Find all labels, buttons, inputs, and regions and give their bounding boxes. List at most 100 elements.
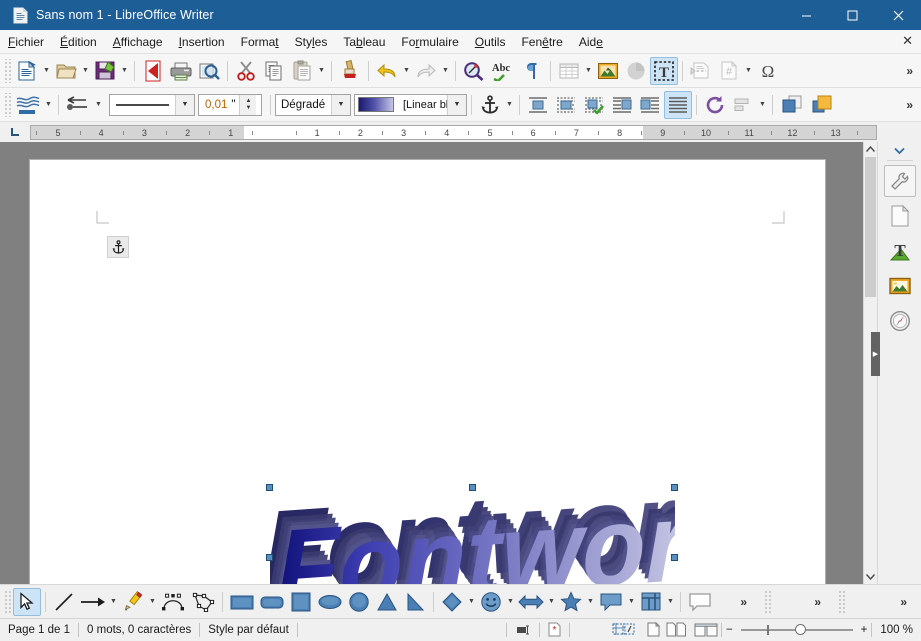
line-style-combo[interactable]: ▼	[109, 93, 195, 116]
ruler-right-margin[interactable]	[643, 125, 876, 139]
menu-tableau[interactable]: Tableau	[335, 32, 393, 52]
sidebar-styles-icon[interactable]: T	[884, 235, 916, 267]
wrap-parallel-icon[interactable]	[552, 91, 580, 119]
basic-shapes-icon[interactable]	[438, 588, 466, 616]
redo-icon[interactable]	[412, 57, 440, 85]
scroll-up-button[interactable]	[864, 142, 877, 157]
tab-stop-selector[interactable]	[0, 122, 30, 142]
line-style-dropdown[interactable]: ▼	[43, 91, 54, 119]
wrap-after-icon[interactable]	[636, 91, 664, 119]
chevron-down-icon[interactable]: ▼	[331, 94, 350, 115]
formatting-marks-icon[interactable]	[518, 57, 546, 85]
close-document-button[interactable]: ✕	[902, 33, 913, 49]
insert-field-dropdown[interactable]: ▼	[743, 57, 754, 85]
page-indicator[interactable]: Page 1 de 1	[0, 619, 78, 641]
stars-icon[interactable]	[557, 588, 585, 616]
scrollbar-thumb[interactable]	[865, 157, 876, 297]
chevron-down-icon[interactable]: ▼	[175, 94, 194, 115]
chevron-down-icon[interactable]: ▼	[447, 94, 466, 115]
fontwork-object[interactable]: Fontwork Fontwork Fontwork Fontwork Font…	[266, 484, 678, 584]
document-area[interactable]: Fontwork Fontwork Fontwork Fontwork Font…	[0, 142, 863, 584]
single-page-view-icon[interactable]	[644, 619, 663, 641]
symbol-shapes-dropdown[interactable]: ▼	[505, 588, 516, 616]
arrow-style-icon[interactable]	[63, 91, 93, 119]
clone-formatting-icon[interactable]	[336, 57, 364, 85]
block-arrows-dropdown[interactable]: ▼	[546, 588, 557, 616]
insert-text-box-icon[interactable]: T	[650, 56, 678, 85]
save-document-icon[interactable]	[91, 57, 119, 85]
print-icon[interactable]	[167, 57, 195, 85]
fill-style-select[interactable]: [Linear blu ▼	[354, 93, 467, 116]
circle-tool-icon[interactable]	[345, 588, 373, 616]
spinner-arrows[interactable]: ▲ ▼	[239, 94, 257, 115]
find-replace-icon[interactable]	[460, 57, 488, 85]
sidebar-settings-icon[interactable]	[884, 144, 916, 158]
sidebar-gallery-icon[interactable]	[884, 270, 916, 302]
wrap-before-icon[interactable]	[608, 91, 636, 119]
freeform-tool-dropdown[interactable]: ▼	[147, 588, 158, 616]
bring-to-front-icon[interactable]	[777, 91, 807, 119]
line-style-icon[interactable]	[13, 91, 43, 119]
wrap-off-icon[interactable]	[524, 91, 552, 119]
callout-shapes-dropdown[interactable]: ▼	[626, 588, 637, 616]
zoom-slider-knob[interactable]	[794, 623, 806, 635]
basic-shapes-dropdown[interactable]: ▼	[466, 588, 477, 616]
selection-handle-n[interactable]	[469, 484, 476, 491]
arrow-style-dropdown[interactable]: ▼	[93, 91, 104, 119]
word-count[interactable]: 0 mots, 0 caractères	[79, 619, 199, 641]
text-box-tool-icon[interactable]	[685, 588, 715, 616]
document-canvas[interactable]: Fontwork Fontwork Fontwork Fontwork Font…	[0, 142, 863, 584]
undo-dropdown[interactable]: ▼	[401, 57, 412, 85]
zoom-slider[interactable]	[737, 619, 857, 641]
toolbar-grip[interactable]	[3, 58, 11, 83]
block-arrows-icon[interactable]	[516, 588, 546, 616]
book-view-icon[interactable]	[691, 619, 721, 641]
save-document-dropdown[interactable]: ▼	[119, 57, 130, 85]
polygon-tool-icon[interactable]	[188, 588, 218, 616]
document-page[interactable]: Fontwork Fontwork Fontwork Fontwork Font…	[30, 160, 825, 584]
zoom-in-button[interactable]: +	[857, 619, 872, 641]
paste-dropdown[interactable]: ▼	[316, 57, 327, 85]
anchor-icon[interactable]	[107, 236, 129, 258]
ruler-left-margin[interactable]	[31, 125, 244, 139]
unsaved-changes-icon[interactable]: *	[540, 619, 569, 641]
freeform-line-tool-icon[interactable]	[119, 588, 147, 616]
new-document-icon[interactable]	[13, 57, 41, 85]
curve-tool-icon[interactable]	[158, 588, 188, 616]
symbol-shapes-icon[interactable]	[477, 588, 505, 616]
toolbar-grip[interactable]	[4, 589, 11, 614]
page-break-icon[interactable]	[687, 57, 715, 85]
fill-type-select[interactable]: Dégradé ▼	[275, 93, 351, 116]
open-document-icon[interactable]	[52, 57, 80, 85]
zoom-out-button[interactable]: −	[722, 619, 737, 641]
language-indicator[interactable]	[298, 619, 506, 641]
square-tool-icon[interactable]	[287, 588, 315, 616]
menu-edition[interactable]: Édition	[52, 32, 105, 52]
menu-formulaire[interactable]: Formulaire	[393, 32, 466, 52]
line-tool-icon[interactable]	[50, 588, 78, 616]
selection-handle-w[interactable]	[266, 554, 273, 561]
open-document-dropdown[interactable]: ▼	[80, 57, 91, 85]
horizontal-ruler[interactable]: 5 4 3 2 1 1 2 3 4 5 6 7 8 9 10 11 12 13	[30, 124, 877, 140]
drawing-toolbar-overflow-1[interactable]: »	[736, 592, 751, 612]
insert-table-dropdown[interactable]: ▼	[583, 57, 594, 85]
stars-dropdown[interactable]: ▼	[585, 588, 596, 616]
selection-handle-e[interactable]	[671, 554, 678, 561]
flowchart-shapes-dropdown[interactable]: ▼	[665, 588, 676, 616]
sidebar-properties-icon[interactable]	[883, 165, 916, 197]
menu-format[interactable]: Format	[233, 32, 287, 52]
menu-insertion[interactable]: Insertion	[171, 32, 233, 52]
copy-icon[interactable]	[260, 57, 288, 85]
toolbar-grip[interactable]	[3, 92, 11, 117]
toolbar-grip[interactable]	[838, 589, 845, 614]
drawing-toolbar-overflow-2[interactable]: »	[810, 592, 825, 612]
sidebar-page-icon[interactable]	[884, 200, 916, 232]
selection-handle-ne[interactable]	[671, 484, 678, 491]
standard-toolbar-overflow[interactable]: »	[902, 61, 917, 81]
send-to-back-icon[interactable]	[807, 91, 837, 119]
insert-mode-icon[interactable]	[507, 619, 539, 641]
maximize-button[interactable]	[829, 0, 875, 30]
rounded-rectangle-tool-icon[interactable]	[257, 588, 287, 616]
rotate-icon[interactable]	[701, 91, 729, 119]
insert-chart-icon[interactable]	[622, 57, 650, 85]
